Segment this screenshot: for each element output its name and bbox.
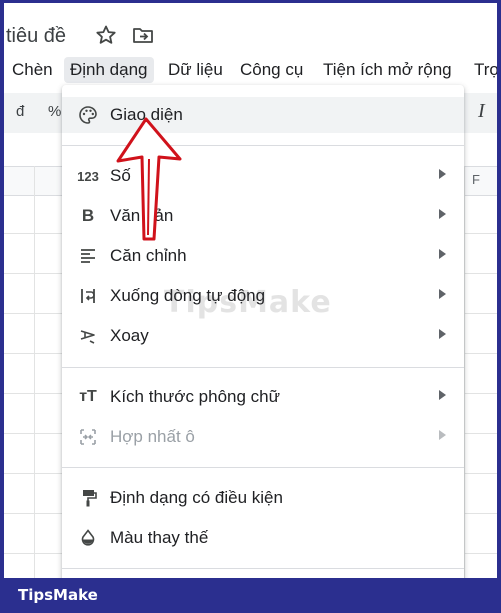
menu-format[interactable]: Định dạng [64,57,154,83]
grid-line [34,166,35,578]
menu-item-label: Hợp nhất ô [110,427,195,446]
bold-icon: B [81,206,95,225]
menu-data[interactable]: Dữ liệu [162,57,229,83]
text-rotate-icon [78,326,98,346]
annotation-arrow-icon [116,117,182,241]
percent-format-button[interactable]: % [48,103,61,120]
column-header-f[interactable]: F [472,172,480,187]
menu-divider [62,367,464,368]
footer-brand: TipsMake [18,586,98,604]
footer-bar: TipsMake [0,578,501,613]
text-wrap-icon [78,286,98,306]
menu-item-label: Căn chỉnh [110,246,187,265]
menu-divider [62,568,464,569]
font-size-icon: тT [79,388,97,405]
menu-item-conditional-formatting[interactable]: Định dạng có điều kiện [62,480,464,516]
menu-item-label: Màu thay thế [110,528,209,547]
menu-item-font-size[interactable]: тT Kích thước phông chữ [62,379,464,415]
menu-help[interactable]: Trợ [468,57,497,83]
menu-item-rotation[interactable]: Xoay [62,318,464,354]
submenu-arrow-icon [439,249,446,259]
menu-tools[interactable]: Công cụ [234,57,309,83]
submenu-arrow-icon [439,169,446,179]
submenu-arrow-icon [439,329,446,339]
palette-icon [78,105,98,125]
menu-item-alternating-colors[interactable]: Màu thay thế [62,520,464,556]
menu-divider [62,467,464,468]
sheets-window: tiêu đề Chèn Định dạng Dữ liệu Công cụ T… [4,3,497,578]
submenu-arrow-icon [439,289,446,299]
grid-line [464,166,465,578]
menu-item-label: Xoay [110,326,149,345]
menu-insert[interactable]: Chèn [6,57,59,83]
folder-move-icon[interactable] [131,23,155,47]
title-row: tiêu đề [4,17,497,53]
submenu-arrow-icon [439,209,446,219]
currency-format-button[interactable]: đ [16,103,24,120]
align-left-icon [78,246,98,266]
menu-item-label: Định dạng có điều kiện [110,488,283,507]
paint-roller-icon [78,488,98,508]
submenu-arrow-icon [439,430,446,440]
menu-item-label: Kích thước phông chữ [110,387,280,406]
submenu-arrow-icon [439,390,446,400]
italic-button[interactable]: I [478,100,485,123]
menu-extensions[interactable]: Tiện ích mở rộng [317,57,458,83]
watermark-logo: TipsMake [164,285,332,320]
doc-title[interactable]: tiêu đề [6,25,66,48]
menu-item-merge-cells: Hợp nhất ô [62,419,464,455]
number-123-icon: 123 [77,168,99,184]
watermark-text: TipsMake [164,285,332,320]
menu-bar: Chèn Định dạng Dữ liệu Công cụ Tiện ích … [4,53,497,85]
star-icon[interactable] [94,23,118,47]
merge-cells-icon [78,427,98,447]
color-drop-icon [78,528,98,548]
